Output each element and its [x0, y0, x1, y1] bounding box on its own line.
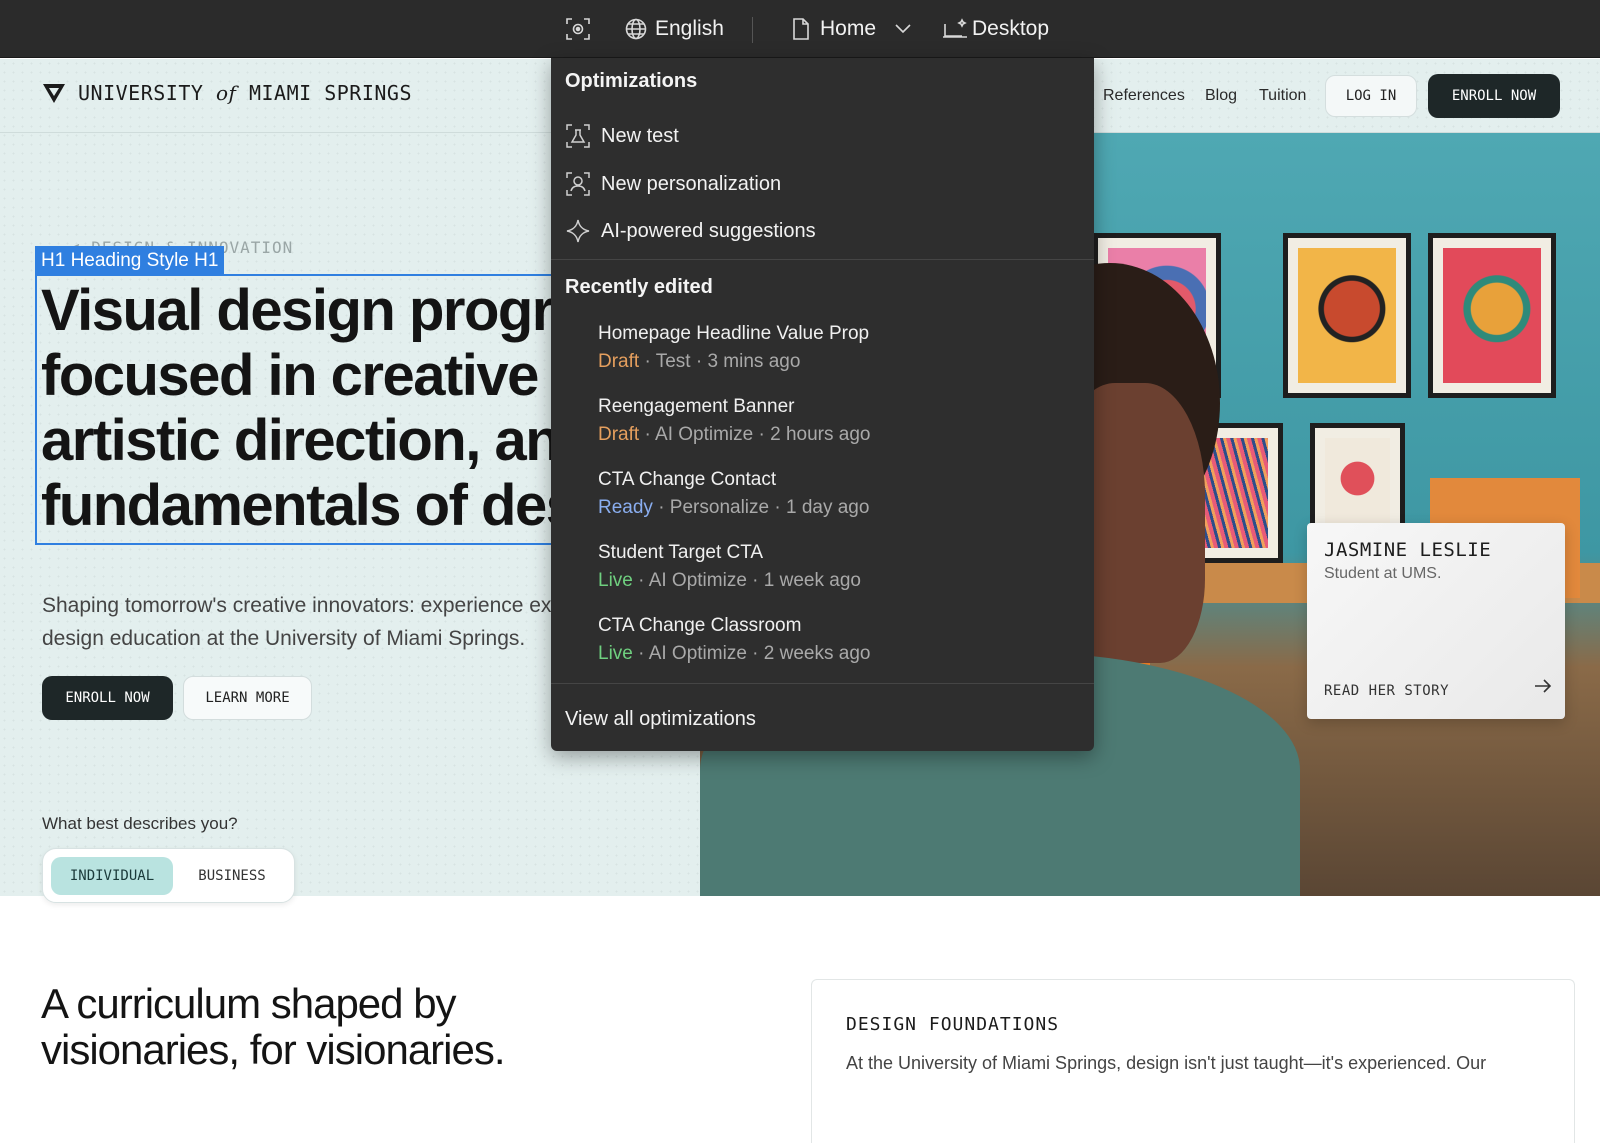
nav-link-references[interactable]: References	[1103, 87, 1185, 105]
audience-question: What best describes you?	[42, 814, 238, 833]
student-role: Student at UMS.	[1324, 565, 1442, 582]
status-badge: Live	[598, 570, 633, 591]
optimizations-dropdown: Optimizations New test New personalizati…	[551, 58, 1094, 751]
status-badge: Draft	[598, 351, 640, 372]
sparkle-icon	[566, 219, 590, 243]
view-all-optimizations-link[interactable]: View all optimizations	[565, 708, 756, 731]
language-label: English	[655, 17, 724, 40]
recent-item[interactable]: Homepage Headline Value Prop Draft · Tes…	[598, 321, 869, 377]
foundations-title: DESIGN FOUNDATIONS	[846, 1014, 1060, 1035]
recent-item-title: Student Target CTA	[598, 542, 764, 563]
hero-headline-container[interactable]: Visual design programs focused in creati…	[41, 278, 553, 543]
ai-suggestions-item[interactable]: AI-powered suggestions	[565, 211, 816, 251]
language-selector[interactable]: English	[625, 0, 724, 58]
learn-more-button[interactable]: LEARN MORE	[183, 676, 312, 720]
recent-item-title: CTA Change Classroom	[598, 615, 802, 636]
foundations-copy: At the University of Miami Springs, desi…	[846, 1053, 1487, 1073]
recent-item-title: CTA Change Contact	[598, 469, 777, 490]
chevron-down-icon	[895, 24, 911, 34]
read-story-link[interactable]: READ HER STORY	[1324, 683, 1449, 699]
recent-item[interactable]: Student Target CTA Live · AI Optimize · …	[598, 540, 861, 596]
page-selector[interactable]: Home	[792, 0, 912, 58]
editor-toolbar: English Home Desktop	[0, 0, 1600, 58]
audience-toggle: INDIVIDUAL BUSINESS	[42, 848, 295, 903]
hero-subcopy: Shaping tomorrow's creative innovators: …	[42, 594, 562, 650]
status-badge: Live	[598, 643, 633, 664]
wall-art-frame	[1283, 233, 1411, 398]
globe-icon	[625, 18, 647, 40]
nav-enroll-button[interactable]: ENROLL NOW	[1428, 74, 1560, 118]
logo-text: UNIVERSITY of MIAMI SPRINGS	[78, 81, 413, 105]
nav-link-tuition[interactable]: Tuition	[1259, 87, 1306, 105]
device-label: Desktop	[972, 17, 1050, 40]
device-selector[interactable]: Desktop	[942, 0, 1049, 58]
page-label: Home	[820, 17, 877, 40]
login-button[interactable]: LOG IN	[1325, 75, 1417, 117]
new-test-item[interactable]: New test	[565, 116, 679, 156]
optimizations-header: Optimizations	[565, 70, 698, 92]
new-personalization-label: New personalization	[601, 172, 782, 195]
recent-item-title: Reengagement Banner	[598, 396, 795, 417]
dropdown-divider	[551, 259, 1094, 260]
new-personalization-item[interactable]: New personalization	[565, 164, 781, 204]
recent-item[interactable]: Reengagement Banner Draft · AI Optimize …	[598, 394, 870, 450]
wall-art-frame	[1428, 233, 1556, 398]
toggle-business[interactable]: BUSINESS	[177, 857, 287, 895]
recent-item[interactable]: CTA Change Classroom Live · AI Optimize …	[598, 613, 870, 669]
design-foundations-card: DESIGN FOUNDATIONS At the University of …	[811, 979, 1575, 1143]
curriculum-heading: A curriculum shaped by visionaries, for …	[41, 980, 506, 1073]
status-badge: Draft	[598, 424, 640, 445]
triangle-logo-icon	[43, 84, 65, 103]
flask-icon	[566, 124, 590, 148]
hero-headline[interactable]: Visual design programs focused in creati…	[41, 278, 553, 538]
recent-item-meta: Live · AI Optimize · 1 week ago	[598, 570, 861, 591]
page-icon	[793, 18, 809, 40]
toolbar-divider	[752, 17, 753, 43]
recently-edited-header: Recently edited	[565, 276, 713, 298]
desktop-sparkle-icon	[943, 18, 967, 38]
recent-item-meta: Draft · AI Optimize · 2 hours ago	[598, 424, 871, 445]
screenshot-capture-icon[interactable]	[565, 0, 591, 58]
recent-item-title: Homepage Headline Value Prop	[598, 323, 870, 344]
recent-item-meta: Live · AI Optimize · 2 weeks ago	[598, 643, 871, 664]
recent-item[interactable]: CTA Change Contact Ready · Personalize ·…	[598, 467, 869, 523]
hero-enroll-button[interactable]: ENROLL NOW	[42, 676, 173, 720]
selected-element-tag: H1 Heading Style H1	[35, 246, 225, 275]
site-logo[interactable]: UNIVERSITY of MIAMI SPRINGS	[42, 81, 412, 105]
recent-item-meta: Draft · Test · 3 mins ago	[598, 351, 801, 372]
toggle-individual[interactable]: INDIVIDUAL	[51, 857, 173, 895]
status-badge: Ready	[598, 497, 653, 518]
ai-suggestions-label: AI-powered suggestions	[601, 219, 816, 242]
student-story-card[interactable]: JASMINE LESLIE Student at UMS. READ HER …	[1307, 523, 1565, 719]
new-test-label: New test	[601, 124, 679, 147]
recent-item-meta: Ready · Personalize · 1 day ago	[598, 497, 870, 518]
nav-link-blog[interactable]: Blog	[1205, 87, 1237, 105]
student-name: JASMINE LESLIE	[1324, 539, 1492, 561]
person-scan-icon	[566, 172, 590, 196]
arrow-right-icon[interactable]	[1534, 678, 1552, 694]
dropdown-divider	[551, 683, 1094, 684]
